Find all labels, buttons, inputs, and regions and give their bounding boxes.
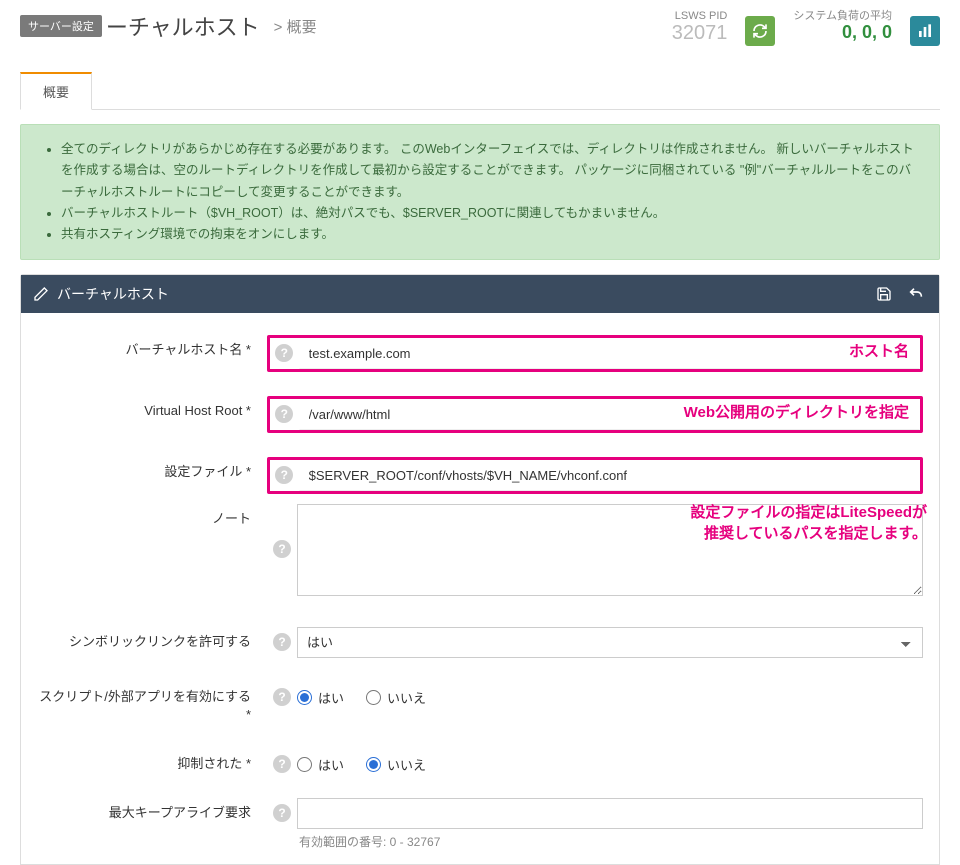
help-icon[interactable]: ? xyxy=(273,688,291,706)
help-icon[interactable]: ? xyxy=(273,755,291,773)
back-button[interactable] xyxy=(905,283,927,305)
row-vhost-root: Virtual Host Root * ? Web公開用のディレクトリを指定 xyxy=(37,396,923,433)
input-config-file[interactable] xyxy=(299,460,920,491)
label-restrained: 抑制された * xyxy=(37,749,267,773)
radio-enable-script-no-input[interactable] xyxy=(366,690,381,705)
stats-button[interactable] xyxy=(910,16,940,46)
alert-item: 全てのディレクトリがあらかじめ存在する必要があります。 このWebインターフェイ… xyxy=(61,139,921,203)
label-note: ノート xyxy=(37,504,267,528)
help-icon[interactable]: ? xyxy=(273,633,291,651)
row-enable-script: スクリプト/外部アプリを有効にする * ? はい いいえ xyxy=(37,682,923,724)
row-max-keepalive: 最大キープアライブ要求 ? xyxy=(37,798,923,829)
save-icon xyxy=(876,286,892,302)
label-enable-script: スクリプト/外部アプリを有効にする * xyxy=(37,682,267,724)
info-alert: 全てのディレクトリがあらかじめ存在する必要があります。 このWebインターフェイ… xyxy=(20,124,940,260)
row-follow-symlink: シンボリックリンクを許可する ? はい xyxy=(37,627,923,658)
row-restrained: 抑制された * ? はい いいえ xyxy=(37,749,923,774)
range-hint: 有効範囲の番号: 0 - 32767 xyxy=(299,833,923,850)
stat-pid-value: 32071 xyxy=(672,23,728,43)
stat-pid: LSWS PID 32071 xyxy=(672,10,728,43)
radio-enable-script-yes-input[interactable] xyxy=(297,690,312,705)
input-note[interactable] xyxy=(297,504,923,596)
input-vhost-root[interactable] xyxy=(299,399,920,430)
tabs: 概要 xyxy=(20,64,940,110)
stat-load: システム負荷の平均 0, 0, 0 xyxy=(793,10,892,41)
radio-label: はい xyxy=(318,755,344,774)
row-note: ノート ? 設定ファイルの指定はLiteSpeedが 推奨しているパスを指定しま… xyxy=(37,504,923,599)
label-follow-symlink: シンボリックリンクを許可する xyxy=(37,627,267,651)
radio-label: いいえ xyxy=(387,688,426,707)
refresh-icon xyxy=(752,23,768,39)
header-stats: LSWS PID 32071 システム負荷の平均 0, 0, 0 xyxy=(672,10,940,46)
breadcrumb: > 概要 xyxy=(274,16,317,37)
alert-item: 共有ホスティング環境での拘束をオンにします。 xyxy=(61,224,921,245)
input-max-keepalive[interactable] xyxy=(297,798,923,829)
label-vhost-root: Virtual Host Root * xyxy=(37,396,267,420)
bar-chart-icon xyxy=(917,23,933,39)
label-config-file: 設定ファイル * xyxy=(37,457,267,481)
select-follow-symlink[interactable]: はい xyxy=(297,627,923,658)
radio-restrained-yes[interactable]: はい xyxy=(297,755,344,774)
alert-item: バーチャルホストルート（$VH_ROOT）は、絶対パスでも、$SERVER_RO… xyxy=(61,203,921,224)
save-button[interactable] xyxy=(873,283,895,305)
restart-button[interactable] xyxy=(745,16,775,46)
row-vhost-name: バーチャルホスト名 * ? ホスト名 xyxy=(37,335,923,372)
page-title-wrap: サーバー設定 ーチャルホスト > 概要 xyxy=(20,10,672,42)
edit-icon xyxy=(33,286,49,302)
undo-icon xyxy=(908,286,924,302)
radio-label: はい xyxy=(318,688,344,707)
help-icon[interactable]: ? xyxy=(275,405,293,423)
help-icon[interactable]: ? xyxy=(273,804,291,822)
input-vhost-name[interactable] xyxy=(299,338,920,369)
radio-restrained-yes-input[interactable] xyxy=(297,757,312,772)
radio-enable-script-yes[interactable]: はい xyxy=(297,688,344,707)
tab-summary[interactable]: 概要 xyxy=(20,72,92,110)
help-icon[interactable]: ? xyxy=(273,540,291,558)
radio-label: いいえ xyxy=(387,755,426,774)
stat-load-value: 0, 0, 0 xyxy=(842,23,892,41)
help-icon[interactable]: ? xyxy=(275,466,293,484)
label-max-keepalive: 最大キープアライブ要求 xyxy=(37,798,267,822)
page-header: サーバー設定 ーチャルホスト > 概要 LSWS PID 32071 システム負… xyxy=(0,0,960,46)
radio-enable-script-no[interactable]: いいえ xyxy=(366,688,426,707)
label-vhost-name: バーチャルホスト名 * xyxy=(37,335,267,359)
panel-title: バーチャルホスト xyxy=(57,284,169,304)
radio-restrained-no[interactable]: いいえ xyxy=(366,755,426,774)
panel-header: バーチャルホスト xyxy=(21,275,939,313)
panel-body: バーチャルホスト名 * ? ホスト名 Virtual Host Root * ?… xyxy=(21,313,939,863)
page-title: ーチャルホスト xyxy=(106,10,260,42)
server-config-tag: サーバー設定 xyxy=(20,15,102,37)
radio-restrained-no-input[interactable] xyxy=(366,757,381,772)
row-config-file: 設定ファイル * ? xyxy=(37,457,923,494)
vhost-panel: バーチャルホスト バーチャルホスト名 * ? ホスト名 Virtual Host… xyxy=(20,274,940,864)
help-icon[interactable]: ? xyxy=(275,344,293,362)
